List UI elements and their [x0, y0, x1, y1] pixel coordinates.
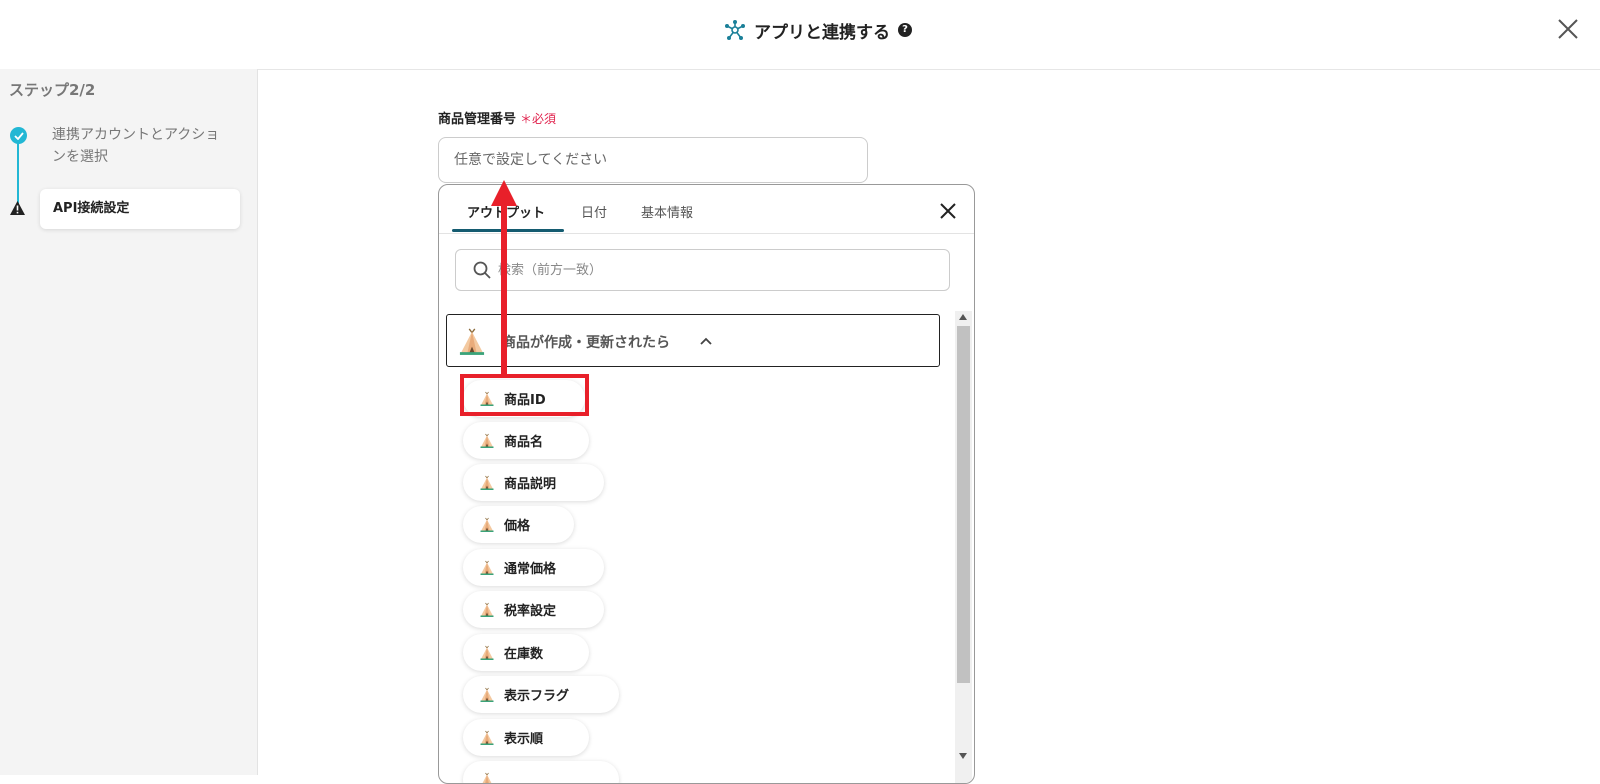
annotation-arrow-head	[491, 180, 517, 206]
integration-icon	[725, 20, 745, 40]
annotation-arrow-shaft	[501, 203, 507, 374]
output-item[interactable]: 表示フラグ	[463, 676, 619, 713]
teepee-icon	[480, 517, 494, 532]
teepee-icon	[480, 730, 494, 745]
close-icon[interactable]	[1556, 17, 1580, 41]
output-item[interactable]: 商品説明	[463, 464, 604, 501]
output-search-input[interactable]	[455, 249, 950, 291]
check-circle-icon	[10, 127, 27, 144]
output-item-partial[interactable]	[463, 761, 619, 784]
picker-tabs: アウトプット 日付 基本情報	[439, 185, 974, 234]
group-label: 商品が作成・更新されたら	[502, 335, 670, 351]
step-sidebar: ステップ2/2 連携アカウントとアクションを選択 API接続設定	[0, 69, 258, 775]
required-badge: ＊必須	[520, 112, 557, 126]
scroll-up-arrow-icon[interactable]	[959, 314, 967, 320]
step-2-current[interactable]: API接続設定	[40, 189, 240, 229]
output-item-label: 表示フラグ	[504, 689, 570, 704]
tab-date[interactable]: 日付	[581, 202, 607, 221]
output-item[interactable]: 通常価格	[463, 549, 604, 586]
annotation-highlight-box	[460, 374, 589, 416]
trigger-group-header[interactable]: 商品が作成・更新されたら	[446, 314, 940, 367]
output-item[interactable]: 表示順	[463, 719, 589, 756]
field-label-text: 商品管理番号	[438, 112, 517, 127]
teepee-icon	[480, 772, 494, 784]
output-item-label: 価格	[504, 519, 531, 534]
app-teepee-icon	[459, 327, 485, 355]
panel-close-icon[interactable]	[939, 202, 957, 220]
tab-basic-info[interactable]: 基本情報	[641, 202, 693, 221]
output-item[interactable]: 商品名	[463, 422, 589, 459]
list-scrollbar[interactable]	[955, 311, 972, 783]
field-label: 商品管理番号 ＊必須	[438, 108, 556, 127]
output-item-label: 通常価格	[504, 562, 557, 577]
teepee-icon	[480, 560, 494, 575]
warning-icon	[10, 201, 25, 215]
output-item-label: 表示順	[504, 732, 544, 747]
teepee-icon	[480, 433, 494, 448]
teepee-icon	[480, 687, 494, 702]
modal-header: アプリと連携する ?	[0, 0, 1600, 70]
search-icon	[473, 261, 491, 279]
modal-title-text: アプリと連携する	[754, 22, 890, 43]
teepee-icon	[480, 475, 494, 490]
output-item[interactable]: 税率設定	[463, 591, 604, 628]
output-item[interactable]: 価格	[463, 506, 574, 543]
teepee-icon	[480, 645, 494, 660]
active-tab-indicator	[452, 229, 564, 232]
chevron-up-icon	[700, 337, 712, 345]
help-icon[interactable]: ?	[898, 23, 912, 37]
product-code-input[interactable]	[438, 137, 868, 183]
output-picker-panel: アウトプット 日付 基本情報 商品が作成・更新されたら 商品ID 商品名 商品説…	[438, 184, 975, 784]
scroll-down-arrow-icon[interactable]	[959, 753, 967, 759]
output-item[interactable]: 在庫数	[463, 634, 589, 671]
modal-title: アプリと連携する ?	[724, 17, 912, 43]
step-1-label[interactable]: 連携アカウントとアクションを選択	[52, 124, 232, 168]
teepee-icon	[480, 602, 494, 617]
output-item-label: 商品説明	[504, 477, 557, 492]
step-title: ステップ2/2	[9, 81, 96, 99]
scroll-thumb[interactable]	[957, 326, 970, 683]
output-item-label: 在庫数	[504, 647, 544, 662]
output-item-label: 税率設定	[504, 604, 557, 619]
output-item-label: 商品名	[504, 435, 544, 450]
